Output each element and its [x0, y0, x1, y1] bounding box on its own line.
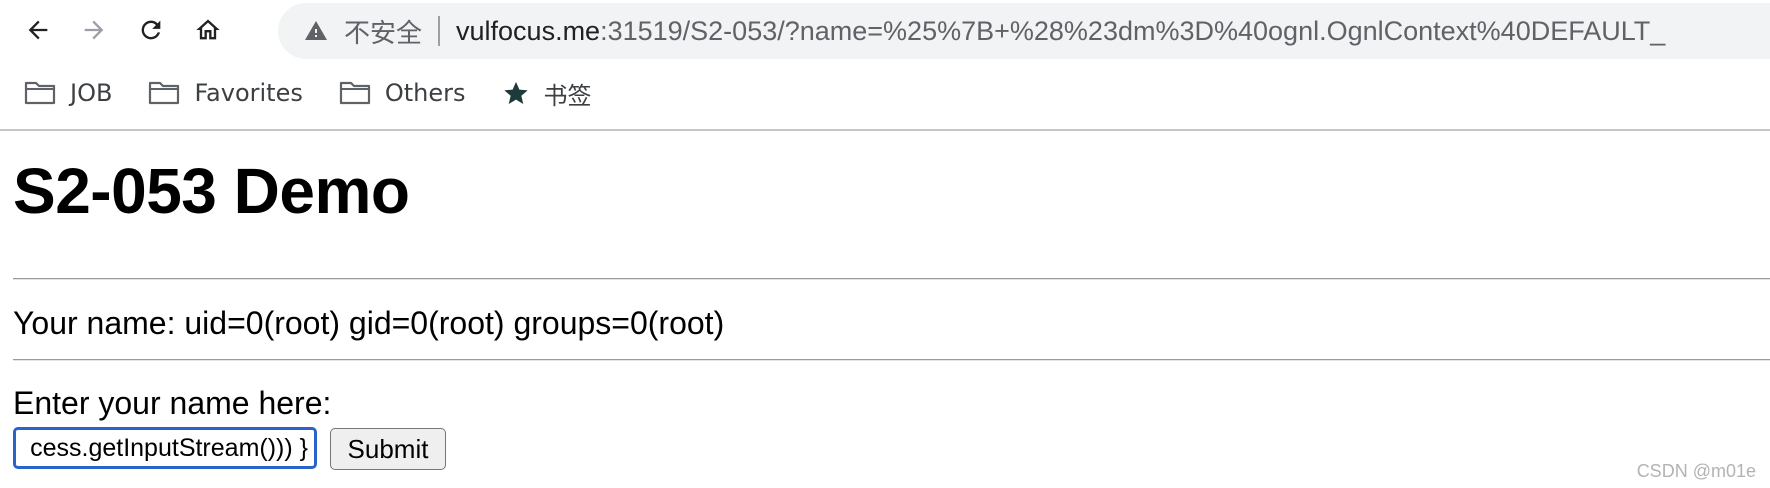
bookmark-label: 书签 — [543, 81, 592, 110]
bookmark-shuqian[interactable]: 书签 — [502, 76, 592, 111]
bookmark-favorites[interactable]: Favorites — [148, 79, 303, 107]
warning-triangle-icon[interactable] — [302, 17, 330, 45]
url-text[interactable]: vulfocus.me:31519/S2-053/?name=%25%7B+%2… — [456, 16, 1665, 47]
bookmark-others[interactable]: Others — [339, 79, 466, 107]
bookmark-label: Favorites — [194, 79, 303, 107]
watermark: CSDN @m01e — [1636, 461, 1756, 481]
arrow-left-icon — [24, 16, 52, 44]
browser-toolbar: 不安全 vulfocus.me:31519/S2-053/?name=%25%7… — [0, 0, 1770, 60]
star-icon — [502, 79, 530, 107]
horizontal-rule — [13, 359, 1770, 361]
horizontal-rule — [13, 278, 1770, 280]
arrow-right-icon — [80, 16, 108, 44]
forward-button[interactable] — [72, 8, 116, 52]
folder-icon — [24, 80, 56, 106]
folder-icon — [148, 80, 180, 106]
result-text: Your name: uid=0(root) gid=0(root) group… — [13, 305, 725, 341]
chrome-divider — [0, 129, 1770, 131]
submit-button[interactable]: Submit — [330, 428, 446, 470]
url-path: :31519/S2-053/?name=%25%7B+%28%23dm%3D%4… — [600, 15, 1666, 46]
bookmarks-bar: JOB Favorites Others 书签 — [0, 66, 1770, 120]
security-status-label[interactable]: 不安全 — [344, 13, 422, 50]
bookmark-label: JOB — [70, 79, 113, 107]
home-icon — [194, 16, 222, 44]
omnibox-separator — [438, 16, 441, 46]
bookmark-job[interactable]: JOB — [24, 79, 112, 107]
name-input[interactable] — [13, 427, 317, 469]
bookmark-label: Others — [384, 79, 466, 107]
page-title: S2-053 Demo — [13, 155, 410, 227]
folder-icon — [339, 80, 371, 106]
back-button[interactable] — [16, 8, 60, 52]
name-prompt-label: Enter your name here: — [13, 385, 332, 421]
home-button[interactable] — [186, 8, 230, 52]
reload-icon — [137, 16, 165, 44]
url-host: vulfocus.me — [456, 15, 601, 46]
reload-button[interactable] — [129, 8, 173, 52]
address-bar[interactable]: 不安全 vulfocus.me:31519/S2-053/?name=%25%7… — [278, 3, 1770, 59]
